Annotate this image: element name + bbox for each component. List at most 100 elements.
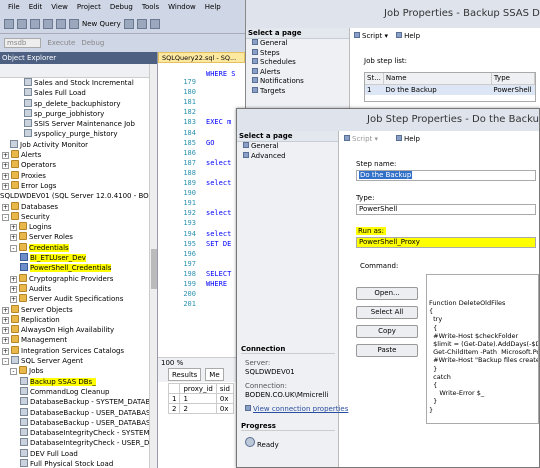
tree-node[interactable]: - Jobs bbox=[0, 366, 150, 376]
menu-help[interactable]: Help bbox=[205, 3, 221, 11]
grid-cell[interactable]: 2 bbox=[167, 403, 181, 414]
expand-icon[interactable]: + bbox=[2, 306, 9, 314]
collapse-icon[interactable]: - bbox=[10, 368, 17, 376]
expand-icon[interactable]: + bbox=[10, 224, 17, 232]
tree-node[interactable]: + Error Logs bbox=[0, 180, 150, 191]
save-all-icon[interactable] bbox=[56, 18, 66, 29]
collapse-icon[interactable]: - bbox=[2, 358, 9, 366]
tree-node[interactable]: + Proxies bbox=[0, 170, 150, 181]
forward-icon[interactable] bbox=[17, 18, 27, 29]
view-connection-link[interactable]: View connection properties bbox=[245, 405, 348, 413]
tree-node[interactable]: + Server Audit Specifications bbox=[0, 294, 150, 304]
expand-icon[interactable]: + bbox=[2, 327, 9, 335]
expand-icon[interactable]: + bbox=[2, 182, 9, 190]
tree-node[interactable]: syspolicy_purge_history bbox=[0, 129, 150, 139]
execute-button[interactable]: Execute bbox=[47, 39, 75, 47]
tree-node[interactable]: + Server Objects bbox=[0, 304, 150, 315]
copy-button[interactable]: Copy bbox=[356, 325, 418, 338]
tree-node[interactable]: DatabaseIntegrityCheck - SYSTEM_D bbox=[0, 428, 150, 438]
database-select[interactable]: msdb bbox=[4, 38, 42, 48]
type-select[interactable]: PowerShell bbox=[356, 204, 536, 215]
editor-tab[interactable]: SQLQuery22.sql - SQ... bbox=[158, 52, 245, 63]
grid-cell[interactable]: 1 bbox=[167, 393, 181, 404]
tree-node[interactable]: SQLDWDEV01 (SQL Server 12.0.4100 - BODEN… bbox=[0, 191, 150, 201]
script-button[interactable]: Script ▾ bbox=[354, 32, 388, 40]
page-general[interactable]: General bbox=[246, 39, 349, 49]
page-steps[interactable]: Steps bbox=[246, 48, 349, 59]
open-icon[interactable] bbox=[30, 18, 40, 29]
expand-icon[interactable]: + bbox=[10, 296, 17, 304]
tree-node[interactable]: DatabaseBackup - SYSTEM_DATABASE bbox=[0, 397, 150, 407]
tree-node[interactable]: + Cryptographic Providers bbox=[0, 273, 150, 284]
tree-node[interactable]: sp_purge_jobhistory bbox=[0, 108, 150, 119]
expand-icon[interactable]: + bbox=[10, 275, 17, 283]
tree-node[interactable]: - Credentials bbox=[0, 242, 150, 253]
page-notifications[interactable]: Notifications bbox=[246, 77, 349, 87]
tree-node[interactable]: Full Physical Stock Load bbox=[0, 458, 150, 468]
tree-node[interactable]: + Audits bbox=[0, 283, 150, 294]
help-button[interactable]: Help bbox=[396, 32, 420, 40]
expand-icon[interactable]: + bbox=[2, 162, 9, 170]
tree-node[interactable]: DatabaseIntegrityCheck - USER_DATA bbox=[0, 438, 150, 448]
zoom-level[interactable]: 100 % bbox=[158, 357, 245, 368]
menu-window[interactable]: Window bbox=[168, 3, 196, 11]
expand-icon[interactable]: + bbox=[2, 152, 9, 160]
menu-edit[interactable]: Edit bbox=[29, 3, 43, 11]
tree-node[interactable]: DEV Full Load bbox=[0, 448, 150, 459]
tree-node[interactable]: + Operators bbox=[0, 160, 150, 170]
scrollbar-thumb[interactable] bbox=[151, 249, 157, 289]
command-textarea[interactable]: Function DeleteOldFiles{ try { #Write-Ho… bbox=[426, 274, 539, 424]
expand-icon[interactable]: + bbox=[2, 337, 9, 345]
open-button[interactable]: Open... bbox=[356, 287, 418, 300]
tree-node[interactable]: + Integration Services Catalogs bbox=[0, 345, 150, 356]
expand-icon[interactable]: + bbox=[10, 285, 17, 293]
menu-file[interactable]: File bbox=[8, 3, 20, 11]
page-targets[interactable]: Targets bbox=[246, 86, 349, 97]
help-button[interactable]: Help bbox=[396, 135, 420, 143]
cut-icon[interactable] bbox=[136, 18, 147, 29]
expand-icon[interactable]: + bbox=[2, 347, 9, 355]
column-name[interactable]: Name bbox=[383, 73, 492, 85]
paste-button[interactable]: Paste bbox=[356, 344, 418, 357]
expand-icon[interactable]: + bbox=[2, 203, 9, 211]
grid-cell[interactable]: 0x bbox=[215, 393, 234, 404]
column-step[interactable]: St... bbox=[365, 73, 384, 85]
tree-node[interactable]: + AlwaysOn High Availability bbox=[0, 325, 150, 335]
save-icon[interactable] bbox=[43, 18, 53, 29]
menu-debug[interactable]: Debug bbox=[110, 3, 133, 11]
grid-cell[interactable]: 1 bbox=[179, 393, 217, 404]
tree-node[interactable]: Sales and Stock Incremental bbox=[0, 78, 150, 88]
column-type[interactable]: Type bbox=[491, 73, 536, 85]
tree-node[interactable]: DatabaseBackup - USER_DATABASE bbox=[0, 407, 150, 418]
tree-node[interactable]: Sales Full Load bbox=[0, 88, 150, 98]
script-button[interactable]: Script ▾ bbox=[344, 135, 378, 143]
expand-icon[interactable]: + bbox=[10, 234, 17, 242]
tree-node[interactable]: + Logins bbox=[0, 222, 150, 232]
menu-view[interactable]: View bbox=[51, 3, 68, 11]
table-row[interactable]: 1 Do the Backup PowerShell bbox=[365, 84, 535, 95]
tree-node[interactable]: + Server Roles bbox=[0, 232, 150, 242]
tree-node[interactable]: + Databases bbox=[0, 201, 150, 212]
menu-tools[interactable]: Tools bbox=[142, 3, 159, 11]
tab-messages[interactable]: Me bbox=[205, 368, 224, 381]
tree-node[interactable]: - SQL Server Agent bbox=[0, 356, 150, 366]
page-schedules[interactable]: Schedules bbox=[246, 58, 349, 68]
step-name-field[interactable]: Do the Backup bbox=[356, 170, 536, 181]
tree-node[interactable]: BI_ETLUser_Dev bbox=[0, 253, 150, 263]
tree-node[interactable]: - Security bbox=[0, 211, 150, 222]
query-icon[interactable] bbox=[123, 18, 134, 29]
tree-node[interactable]: Backup SSAS DBs_ bbox=[0, 376, 150, 387]
tree-node[interactable]: + Alerts bbox=[0, 150, 150, 160]
tree-node[interactable]: + Replication bbox=[0, 314, 150, 325]
menu-project[interactable]: Project bbox=[77, 3, 101, 11]
page-advanced[interactable]: Advanced bbox=[237, 151, 338, 162]
back-icon[interactable] bbox=[4, 18, 14, 29]
collapse-icon[interactable]: - bbox=[2, 213, 9, 221]
tree-node[interactable]: + Management bbox=[0, 335, 150, 345]
expand-icon[interactable]: + bbox=[2, 316, 9, 324]
object-explorer-scrollbar[interactable] bbox=[149, 64, 157, 468]
tree-node[interactable]: DatabaseBackup - USER_DATABASE bbox=[0, 417, 150, 428]
debug-button[interactable]: Debug bbox=[81, 39, 104, 47]
tree-node[interactable]: Job Activity Monitor bbox=[0, 139, 150, 150]
page-alerts[interactable]: Alerts bbox=[246, 67, 349, 78]
